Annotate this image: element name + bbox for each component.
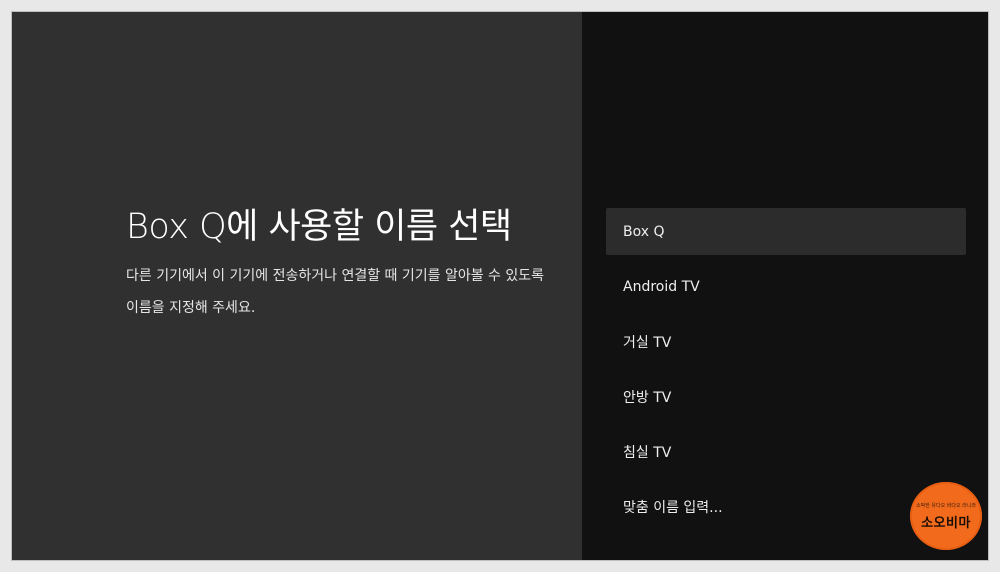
option-label: 맞춤 이름 입력... bbox=[623, 499, 723, 516]
option-box-q[interactable]: Box Q bbox=[606, 208, 966, 255]
tv-screen: Box Q에 사용할 이름 선택 다른 기기에서 이 기기에 전송하거나 연결할… bbox=[11, 11, 989, 561]
watermark-logo: 소박한 유다오 바다오 라니라 소오비마 bbox=[910, 482, 982, 550]
option-android-tv[interactable]: Android TV bbox=[606, 263, 966, 310]
option-label: 안방 TV bbox=[623, 389, 672, 406]
option-label: 침실 TV bbox=[623, 444, 672, 461]
option-bedroom-tv[interactable]: 침실 TV bbox=[606, 428, 966, 475]
info-panel: Box Q에 사용할 이름 선택 다른 기기에서 이 기기에 전송하거나 연결할… bbox=[12, 12, 582, 560]
watermark-small-text: 소박한 유다오 바다오 라니라 bbox=[916, 502, 976, 509]
option-living-room-tv[interactable]: 거실 TV bbox=[606, 318, 966, 365]
screenshot-frame: Box Q에 사용할 이름 선택 다른 기기에서 이 기기에 전송하거나 연결할… bbox=[0, 0, 1000, 572]
option-label: 거실 TV bbox=[623, 334, 672, 351]
options-panel: Box Q Android TV 거실 TV 안방 TV 침실 TV 맞춤 이름… bbox=[582, 12, 988, 560]
name-options-list: Box Q Android TV 거실 TV 안방 TV 침실 TV 맞춤 이름… bbox=[606, 208, 966, 538]
watermark-big-text: 소오비마 bbox=[921, 515, 971, 531]
option-label: Box Q bbox=[623, 223, 665, 240]
page-description: 다른 기기에서 이 기기에 전송하거나 연결할 때 기기를 알아볼 수 있도록 … bbox=[126, 268, 545, 316]
option-label: Android TV bbox=[623, 278, 700, 295]
option-master-bedroom-tv[interactable]: 안방 TV bbox=[606, 373, 966, 420]
page-title: Box Q에 사용할 이름 선택 bbox=[126, 207, 512, 247]
